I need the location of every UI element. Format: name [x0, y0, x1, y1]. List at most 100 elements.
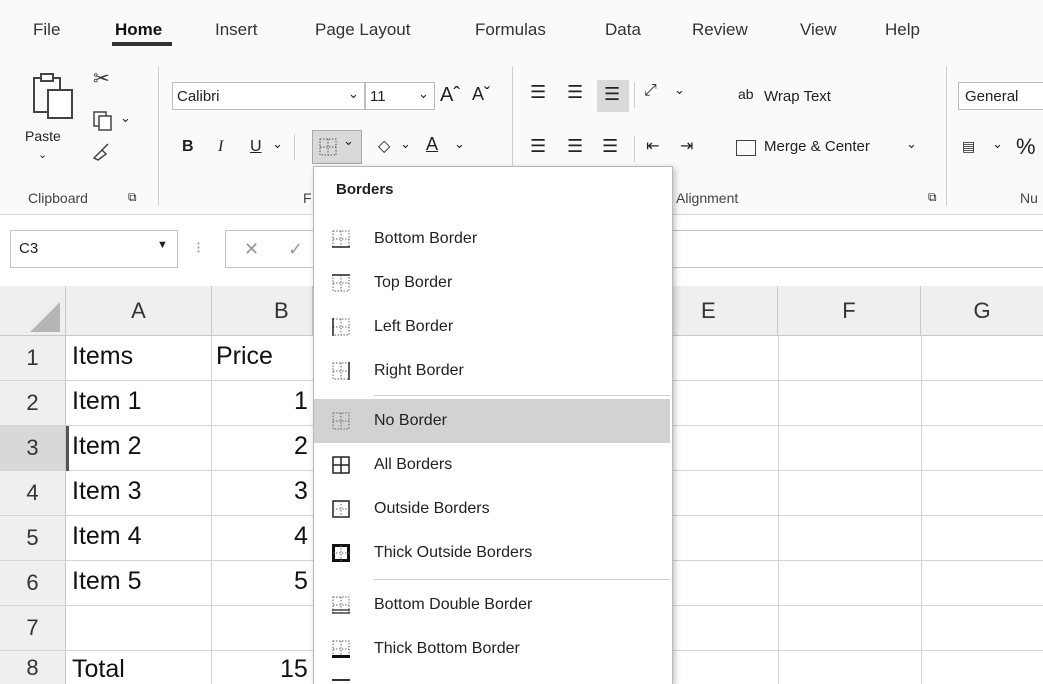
tab-insert[interactable]: Insert — [215, 20, 258, 40]
copy-chevron-icon[interactable]: ⌄ — [120, 110, 131, 126]
number-format-value: General — [965, 88, 1019, 105]
tab-file[interactable]: File — [33, 20, 60, 40]
menu-item-bottom-double-border[interactable]: Bottom Double Border — [314, 583, 670, 627]
wrap-text-button[interactable]: Wrap Text — [764, 88, 831, 105]
row-header-7[interactable]: 7 — [0, 606, 66, 651]
decrease-indent-icon[interactable]: ⇤ — [646, 136, 659, 156]
fill-color-icon[interactable]: ◇ — [378, 136, 390, 156]
column-header-e[interactable]: E — [673, 286, 778, 336]
formula-input[interactable] — [673, 230, 1043, 268]
row-header-5[interactable]: 5 — [0, 516, 66, 561]
paste-label[interactable]: Paste — [25, 128, 61, 144]
borders-chevron-icon[interactable]: ⌄ — [343, 133, 354, 149]
column-header-f[interactable]: F — [778, 286, 921, 336]
cut-icon[interactable]: ✂ — [93, 66, 110, 91]
row-header-6[interactable]: 6 — [0, 561, 66, 606]
cell-a4[interactable]: Item 3 — [72, 477, 141, 506]
grow-font-icon[interactable]: Aˆ — [440, 84, 460, 107]
font-size-combo[interactable]: 11 ⌄ — [365, 82, 435, 110]
column-header-g[interactable]: G — [921, 286, 1043, 336]
shrink-font-icon[interactable]: Aˇ — [472, 84, 490, 105]
tab-data[interactable]: Data — [605, 20, 641, 40]
cell-b2[interactable]: 1 — [294, 387, 308, 416]
cell-a3[interactable]: Item 2 — [72, 432, 141, 461]
font-name-chevron-icon[interactable]: ⌄ — [348, 86, 359, 102]
tab-review[interactable]: Review — [692, 20, 748, 40]
clipboard-launcher-icon[interactable]: ⧉ — [128, 190, 137, 205]
cell-a6[interactable]: Item 5 — [72, 567, 141, 596]
orientation-icon[interactable]: ⤢ — [644, 82, 657, 100]
number-format-combo[interactable]: General — [958, 82, 1043, 110]
menu-item-right-border[interactable]: Right Border — [314, 349, 670, 393]
menu-item-thick-outside-borders[interactable]: Thick Outside Borders — [314, 531, 670, 575]
font-color-icon[interactable]: A — [426, 134, 438, 155]
align-top-icon[interactable]: ☰ — [530, 82, 546, 103]
copy-icon[interactable] — [92, 110, 114, 132]
row-header-8[interactable]: 8 — [0, 651, 66, 684]
tab-page-layout[interactable]: Page Layout — [315, 20, 410, 40]
increase-indent-icon[interactable]: ⇥ — [680, 136, 693, 156]
cell-b6[interactable]: 5 — [294, 567, 308, 596]
name-box-dropdown-icon[interactable]: ▼ — [157, 239, 168, 251]
row-header-1[interactable]: 1 — [0, 336, 66, 381]
name-box[interactable]: C3 ▼ — [10, 230, 178, 268]
cell-b3[interactable]: 2 — [294, 432, 308, 461]
paste-icon[interactable] — [30, 72, 76, 122]
align-center-icon[interactable]: ☰ — [567, 136, 583, 157]
enter-icon[interactable]: ✓ — [288, 239, 303, 260]
bold-button[interactable]: B — [182, 138, 194, 156]
menu-item-outside-borders[interactable]: Outside Borders — [314, 487, 670, 531]
cell-b4[interactable]: 3 — [294, 477, 308, 506]
orientation-chevron-icon[interactable]: ⌄ — [674, 82, 685, 98]
paste-chevron-icon[interactable]: ⌄ — [38, 148, 47, 161]
underline-button[interactable]: U — [250, 138, 262, 156]
align-middle-icon[interactable]: ☰ — [567, 82, 583, 103]
italic-button[interactable]: I — [218, 138, 223, 156]
font-size-chevron-icon[interactable]: ⌄ — [418, 86, 429, 102]
tab-view[interactable]: View — [800, 20, 837, 40]
row-header-3[interactable]: 3 — [0, 426, 66, 471]
merge-center-button[interactable]: Merge & Center — [764, 138, 870, 155]
accounting-format-icon[interactable]: ▤ — [962, 138, 975, 155]
cell-b5[interactable]: 4 — [294, 522, 308, 551]
cell-a2[interactable]: Item 1 — [72, 387, 141, 416]
font-color-chevron-icon[interactable]: ⌄ — [454, 136, 465, 152]
alignment-launcher-icon[interactable]: ⧉ — [928, 190, 937, 205]
column-header-b[interactable]: B — [212, 286, 313, 336]
align-left-icon[interactable]: ☰ — [530, 136, 546, 157]
cell-a8[interactable]: Total — [72, 655, 125, 684]
accounting-chevron-icon[interactable]: ⌄ — [992, 136, 1003, 152]
cell-b1[interactable]: Price — [216, 342, 273, 371]
cell-b8[interactable]: 15 — [280, 655, 308, 684]
merge-center-icon[interactable] — [736, 140, 756, 156]
menu-item-label: Bottom Border — [374, 230, 478, 247]
menu-item-all-borders[interactable]: All Borders — [314, 443, 670, 487]
tab-formulas[interactable]: Formulas — [475, 20, 546, 40]
menu-item-bottom-border[interactable]: Bottom Border — [314, 217, 670, 261]
tab-help[interactable]: Help — [885, 20, 920, 40]
menu-item-label: No Border — [374, 412, 447, 429]
cancel-icon[interactable]: ✕ — [244, 239, 259, 260]
menu-item-left-border[interactable]: Left Border — [314, 305, 670, 349]
percent-button[interactable]: % — [1016, 134, 1036, 160]
cell-a1[interactable]: Items — [72, 342, 133, 371]
tab-home[interactable]: Home — [115, 20, 162, 40]
cell-a5[interactable]: Item 4 — [72, 522, 141, 551]
select-all-corner[interactable] — [0, 286, 66, 336]
menu-item-thick-bottom-border[interactable]: Thick Bottom Border — [314, 627, 670, 671]
font-name-combo[interactable]: Calibri ⌄ — [172, 82, 365, 110]
underline-chevron-icon[interactable]: ⌄ — [272, 136, 283, 152]
merge-chevron-icon[interactable]: ⌄ — [906, 136, 917, 152]
wrap-text-icon[interactable]: ab — [738, 86, 754, 102]
column-header-a[interactable]: A — [66, 286, 212, 336]
row-header-2[interactable]: 2 — [0, 381, 66, 426]
align-right-icon[interactable]: ☰ — [602, 136, 618, 157]
menu-item-top-border[interactable]: Top Border — [314, 261, 670, 305]
borders-button[interactable]: ⌄ — [312, 130, 362, 164]
align-bottom-button[interactable]: ☰ — [597, 80, 629, 112]
row-header-4[interactable]: 4 — [0, 471, 66, 516]
fill-color-chevron-icon[interactable]: ⌄ — [400, 136, 411, 152]
menu-item-no-border[interactable]: No Border — [314, 399, 670, 443]
formula-buttons: ✕ ✓ — [225, 230, 315, 268]
format-painter-icon[interactable] — [90, 140, 112, 162]
